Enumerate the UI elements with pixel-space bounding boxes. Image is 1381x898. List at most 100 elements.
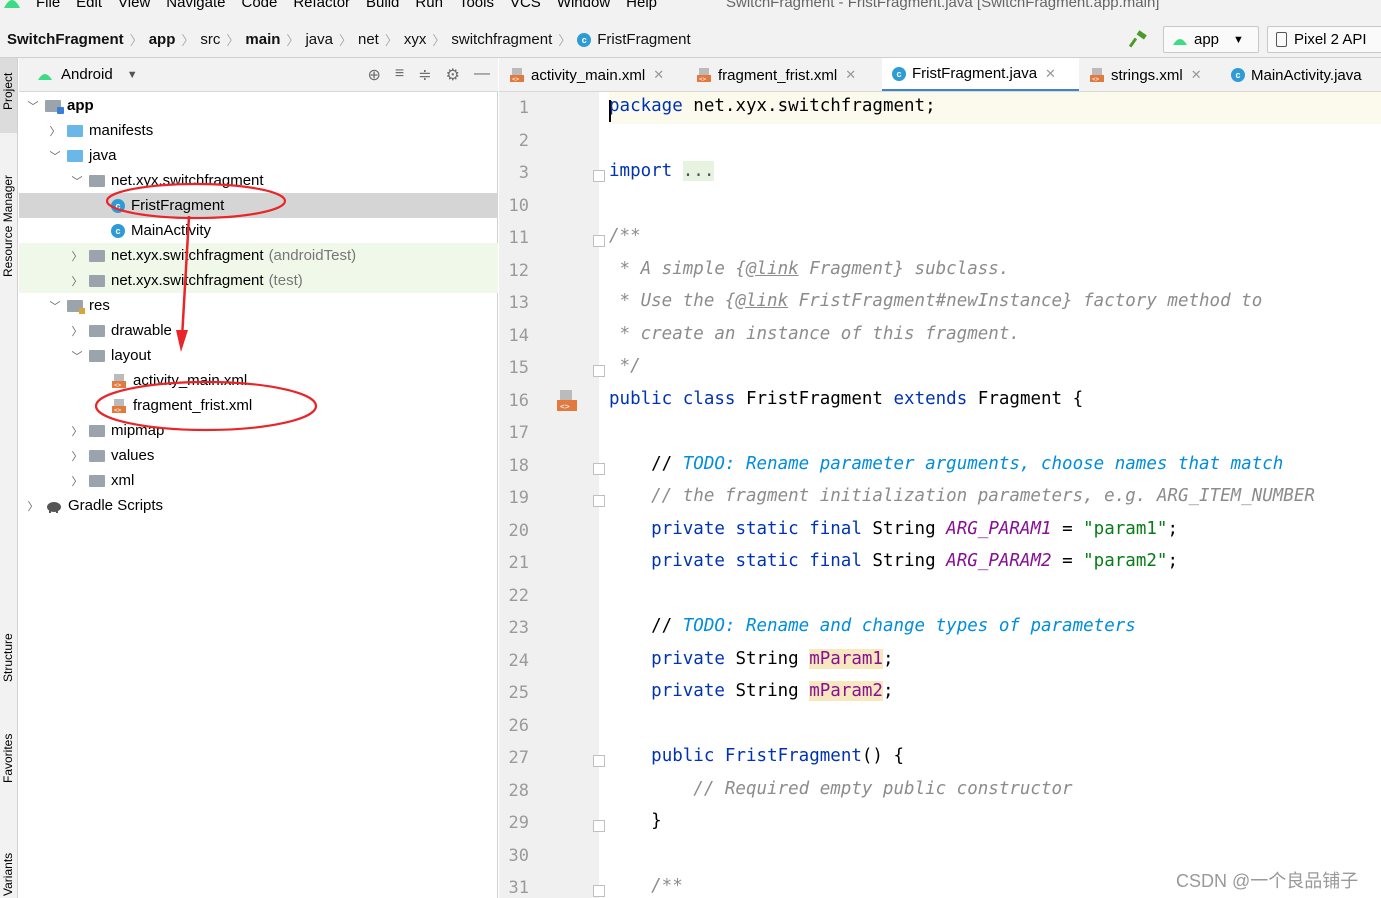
fold-marker-icon[interactable] — [593, 885, 605, 897]
breadcrumb-separator-icon: 〉 — [432, 33, 446, 48]
breadcrumb-item[interactable]: app — [149, 31, 176, 48]
tree-row[interactable]: 〉 net.xyx.switchfragment (androidTest) — [19, 243, 498, 268]
breadcrumb-item[interactable]: xyx — [404, 31, 427, 48]
breadcrumb-item[interactable]: java — [305, 31, 333, 48]
tool-tab-project[interactable]: Project — [0, 58, 17, 133]
build-hammer-icon[interactable] — [1129, 30, 1149, 48]
close-icon[interactable]: ✕ — [653, 67, 664, 83]
editor-tab[interactable]: <> activity_main.xml ✕ — [499, 58, 686, 91]
line-number: 10 — [508, 195, 529, 216]
fold-marker-icon[interactable] — [593, 820, 605, 832]
chevron-down-icon[interactable]: ﹀ — [71, 348, 83, 364]
breadcrumb-item[interactable]: switchfragment — [451, 31, 552, 48]
tree-row[interactable]: ﹀ layout — [19, 343, 498, 368]
chevron-down-icon[interactable]: ﹀ — [27, 98, 39, 114]
tree-row[interactable]: ﹀ res — [19, 293, 498, 318]
menu-item-edit[interactable]: Edit — [76, 0, 102, 11]
menu-item-navigate[interactable]: Navigate — [166, 0, 225, 11]
code-token: private static final — [651, 518, 862, 539]
tree-row[interactable]: <> fragment_frist.xml — [19, 393, 498, 418]
gear-icon[interactable]: ⚙ — [446, 65, 460, 85]
fold-marker-icon[interactable] — [593, 495, 605, 507]
tree-row[interactable]: <> activity_main.xml — [19, 368, 498, 393]
breadcrumb-item[interactable]: c FristFragment — [577, 31, 691, 48]
chevron-right-icon[interactable]: 〉 — [27, 498, 39, 514]
tool-tab-build-variants[interactable]: Build Variants — [0, 828, 17, 898]
chevron-right-icon[interactable]: 〉 — [71, 248, 83, 264]
chevron-right-icon[interactable]: 〉 — [71, 473, 83, 489]
tool-tab-structure[interactable]: Structure — [0, 618, 17, 708]
fold-marker-icon[interactable] — [593, 170, 605, 182]
menu-item-run[interactable]: Run — [415, 0, 443, 11]
code-token: package — [609, 96, 683, 116]
menu-item-build[interactable]: Build — [366, 0, 399, 11]
tree-row[interactable]: ﹀ net.xyx.switchfragment — [19, 168, 498, 193]
tree-row[interactable]: 〉 drawable — [19, 318, 498, 343]
tree-row[interactable]: ﹀ app — [19, 93, 498, 118]
menu-item-file[interactable]: File — [36, 0, 60, 11]
chevron-right-icon[interactable]: 〉 — [49, 123, 61, 139]
fold-marker-icon[interactable] — [593, 235, 605, 247]
device-select[interactable]: Pixel 2 API — [1267, 26, 1381, 53]
fold-marker-icon[interactable] — [593, 365, 605, 377]
close-icon[interactable]: ✕ — [845, 67, 856, 83]
code-area[interactable]: package net.xyx.switchfragment; import ..… — [609, 92, 1381, 898]
editor-tab[interactable]: <> fragment_frist.xml ✕ — [686, 58, 882, 91]
tree-row[interactable]: 〉 manifests — [19, 118, 498, 143]
breadcrumb-item[interactable]: net — [358, 31, 379, 48]
locate-target-icon[interactable]: ⊕ — [368, 65, 381, 85]
fold-marker-icon[interactable] — [593, 462, 605, 475]
chevron-right-icon[interactable]: 〉 — [71, 273, 83, 289]
menu-item-code[interactable]: Code — [241, 0, 277, 11]
code-line: */ — [609, 356, 641, 376]
editor-tab[interactable]: c FristFragment.java ✕ — [882, 58, 1079, 91]
menu-item-refactor[interactable]: Refactor — [293, 0, 350, 11]
fold-marker-icon[interactable] — [593, 755, 605, 767]
code-token: ; — [882, 681, 894, 701]
tree-row[interactable]: 〉 xml — [19, 468, 498, 493]
code-token: private — [651, 681, 725, 701]
project-view-select[interactable]: Android ▼ — [37, 66, 138, 83]
chevron-down-icon[interactable]: ﹀ — [49, 298, 61, 314]
chevron-right-icon[interactable]: 〉 — [71, 423, 83, 439]
tree-row[interactable]: 〉 net.xyx.switchfragment (test) — [19, 268, 498, 293]
code-token: @link — [745, 258, 799, 279]
layout-xml-gutter-icon[interactable]: <> — [555, 389, 579, 413]
breadcrumb-item[interactable]: src — [200, 31, 220, 48]
tree-row[interactable]: c MainActivity — [19, 218, 498, 243]
editor-tab[interactable]: c MainActivity.java — [1221, 58, 1381, 91]
tree-row[interactable]: 〉 Gradle Scripts — [19, 493, 498, 518]
menu-item-vcs[interactable]: VCS — [510, 0, 541, 11]
breadcrumb-item[interactable]: main — [245, 31, 280, 48]
line-number: 24 — [508, 650, 529, 671]
code-token: import — [609, 161, 673, 181]
project-panel-header: Android ▼ ⊕ ≡ ≑ ⚙ — — [19, 58, 498, 92]
tree-row[interactable]: 〉 values — [19, 443, 498, 468]
collapse-all-icon[interactable]: ≑ — [418, 65, 431, 85]
tree-row[interactable]: c FristFragment — [19, 193, 498, 218]
editor-tab[interactable]: <> strings.xml ✕ — [1079, 58, 1221, 91]
breadcrumb-item[interactable]: SwitchFragment — [7, 31, 124, 48]
menu-item-view[interactable]: View — [118, 0, 150, 11]
editor-tabs: <> activity_main.xml ✕ <> fragment_frist.xml… — [499, 58, 1381, 92]
code-token: // the fragment initialization parameter… — [609, 486, 1315, 506]
tool-tab-resource-manager[interactable]: Resource Manager — [0, 153, 17, 303]
close-icon[interactable]: ✕ — [1191, 67, 1202, 83]
resource-folder-icon — [67, 299, 85, 314]
menu-item-window[interactable]: Window — [557, 0, 610, 11]
minimize-icon[interactable]: — — [474, 65, 490, 85]
chevron-right-icon[interactable]: 〉 — [71, 323, 83, 339]
chevron-right-icon[interactable]: 〉 — [71, 448, 83, 464]
close-icon[interactable]: ✕ — [1045, 66, 1056, 82]
chevron-down-icon[interactable]: ﹀ — [71, 173, 83, 189]
expand-all-icon[interactable]: ≡ — [395, 65, 404, 85]
breadcrumb-label: FristFragment — [597, 31, 691, 48]
run-config-select[interactable]: app ▼ — [1163, 26, 1259, 53]
tree-row[interactable]: 〉 mipmap — [19, 418, 498, 443]
tree-row[interactable]: ﹀ java — [19, 143, 498, 168]
menu-item-help[interactable]: Help — [626, 0, 657, 11]
menu-item-tools[interactable]: Tools — [459, 0, 494, 11]
tool-tab-favorites[interactable]: Favorites — [0, 723, 17, 813]
chevron-down-icon[interactable]: ﹀ — [49, 148, 61, 164]
